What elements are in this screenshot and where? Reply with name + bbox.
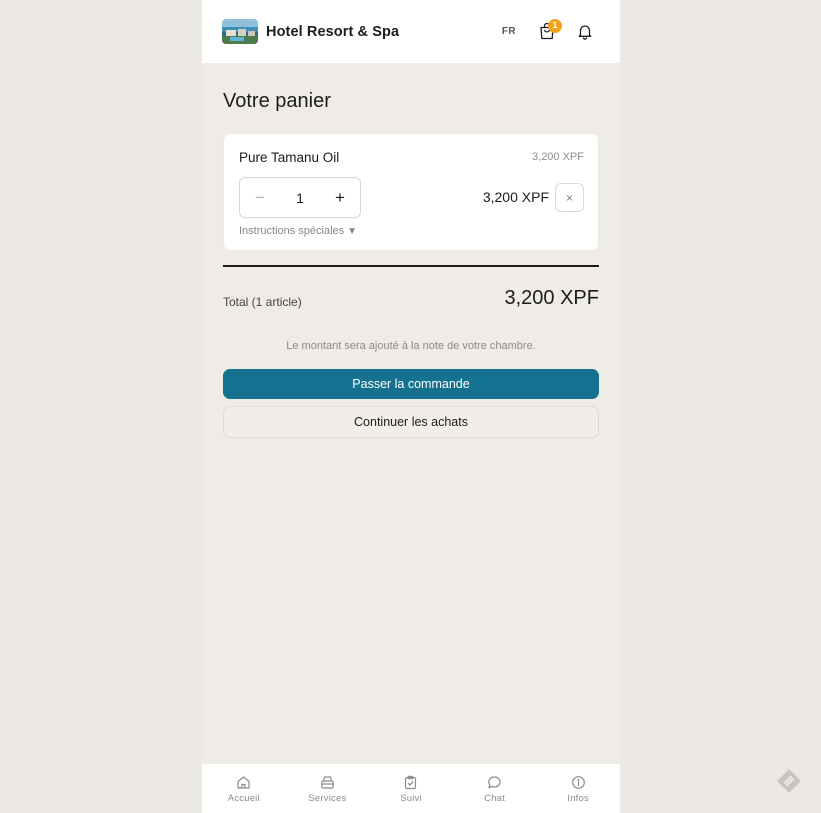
nav-label: Infos	[567, 793, 589, 804]
item-unit-price: 3,200 XPF	[532, 151, 584, 163]
clipboard-icon	[405, 775, 417, 790]
nav-item-chat[interactable]: Chat	[453, 764, 537, 813]
checkout-button[interactable]: Passer la commande	[223, 369, 599, 399]
total-value: 3,200 XPF	[504, 287, 599, 309]
nav-label: Services	[308, 793, 347, 804]
home-icon	[237, 776, 250, 789]
increase-quantity-button[interactable]: +	[320, 178, 360, 217]
notifications-button[interactable]	[570, 17, 600, 47]
close-icon: ×	[565, 190, 573, 205]
top-header: Hotel Resort & Spa FR 1	[202, 0, 620, 63]
quantity-value: 1	[296, 189, 304, 206]
special-instructions-toggle[interactable]: Instructions spéciales ▼	[239, 225, 357, 237]
special-instructions-label: Instructions spéciales	[239, 225, 345, 237]
nav-item-infos[interactable]: Infos	[536, 764, 620, 813]
room-charge-note: Le montant sera ajouté à la note de votr…	[286, 340, 536, 352]
total-label: Total (1 article)	[223, 295, 302, 309]
continue-shopping-button[interactable]: Continuer les achats	[223, 406, 599, 438]
nav-label: Accueil	[227, 793, 260, 804]
bell-icon	[578, 25, 592, 40]
language-switcher[interactable]: FR	[494, 26, 524, 37]
brand-name: Hotel Resort & Spa	[266, 23, 400, 40]
chat-icon	[488, 776, 501, 789]
nav-label: Suivi	[400, 793, 422, 804]
header-actions: FR 1	[494, 17, 600, 47]
nav-item-services[interactable]: Services	[286, 764, 370, 813]
item-name: Pure Tamanu Oil	[239, 150, 340, 165]
decrease-quantity-button[interactable]: −	[240, 178, 280, 217]
app-shell: Hotel Resort & Spa FR 1 Votre panier Pur…	[202, 0, 620, 813]
services-icon	[321, 776, 334, 789]
remove-item-button[interactable]: ×	[555, 183, 584, 212]
item-line-total: 3,200 XPF	[482, 189, 549, 205]
info-icon	[571, 776, 585, 789]
floating-action-icon[interactable]	[775, 767, 803, 795]
nav-item-accueil[interactable]: Accueil	[202, 764, 286, 813]
nav-label: Chat	[484, 793, 506, 804]
quantity-stepper: − 1 +	[239, 177, 361, 218]
cart-button[interactable]: 1	[532, 17, 562, 47]
cart-item-card: Pure Tamanu Oil 3,200 XPF − 1 + 3,200 XP…	[223, 133, 599, 251]
page-title: Votre panier	[223, 90, 331, 112]
cart-count-badge: 1	[548, 18, 562, 33]
bottom-nav: Accueil Services Suivi Chat Infos	[202, 764, 620, 813]
total-divider	[223, 265, 599, 267]
nav-item-suivi[interactable]: Suivi	[369, 764, 453, 813]
caret-down-icon: ▼	[347, 226, 358, 237]
hotel-logo[interactable]	[222, 19, 258, 44]
